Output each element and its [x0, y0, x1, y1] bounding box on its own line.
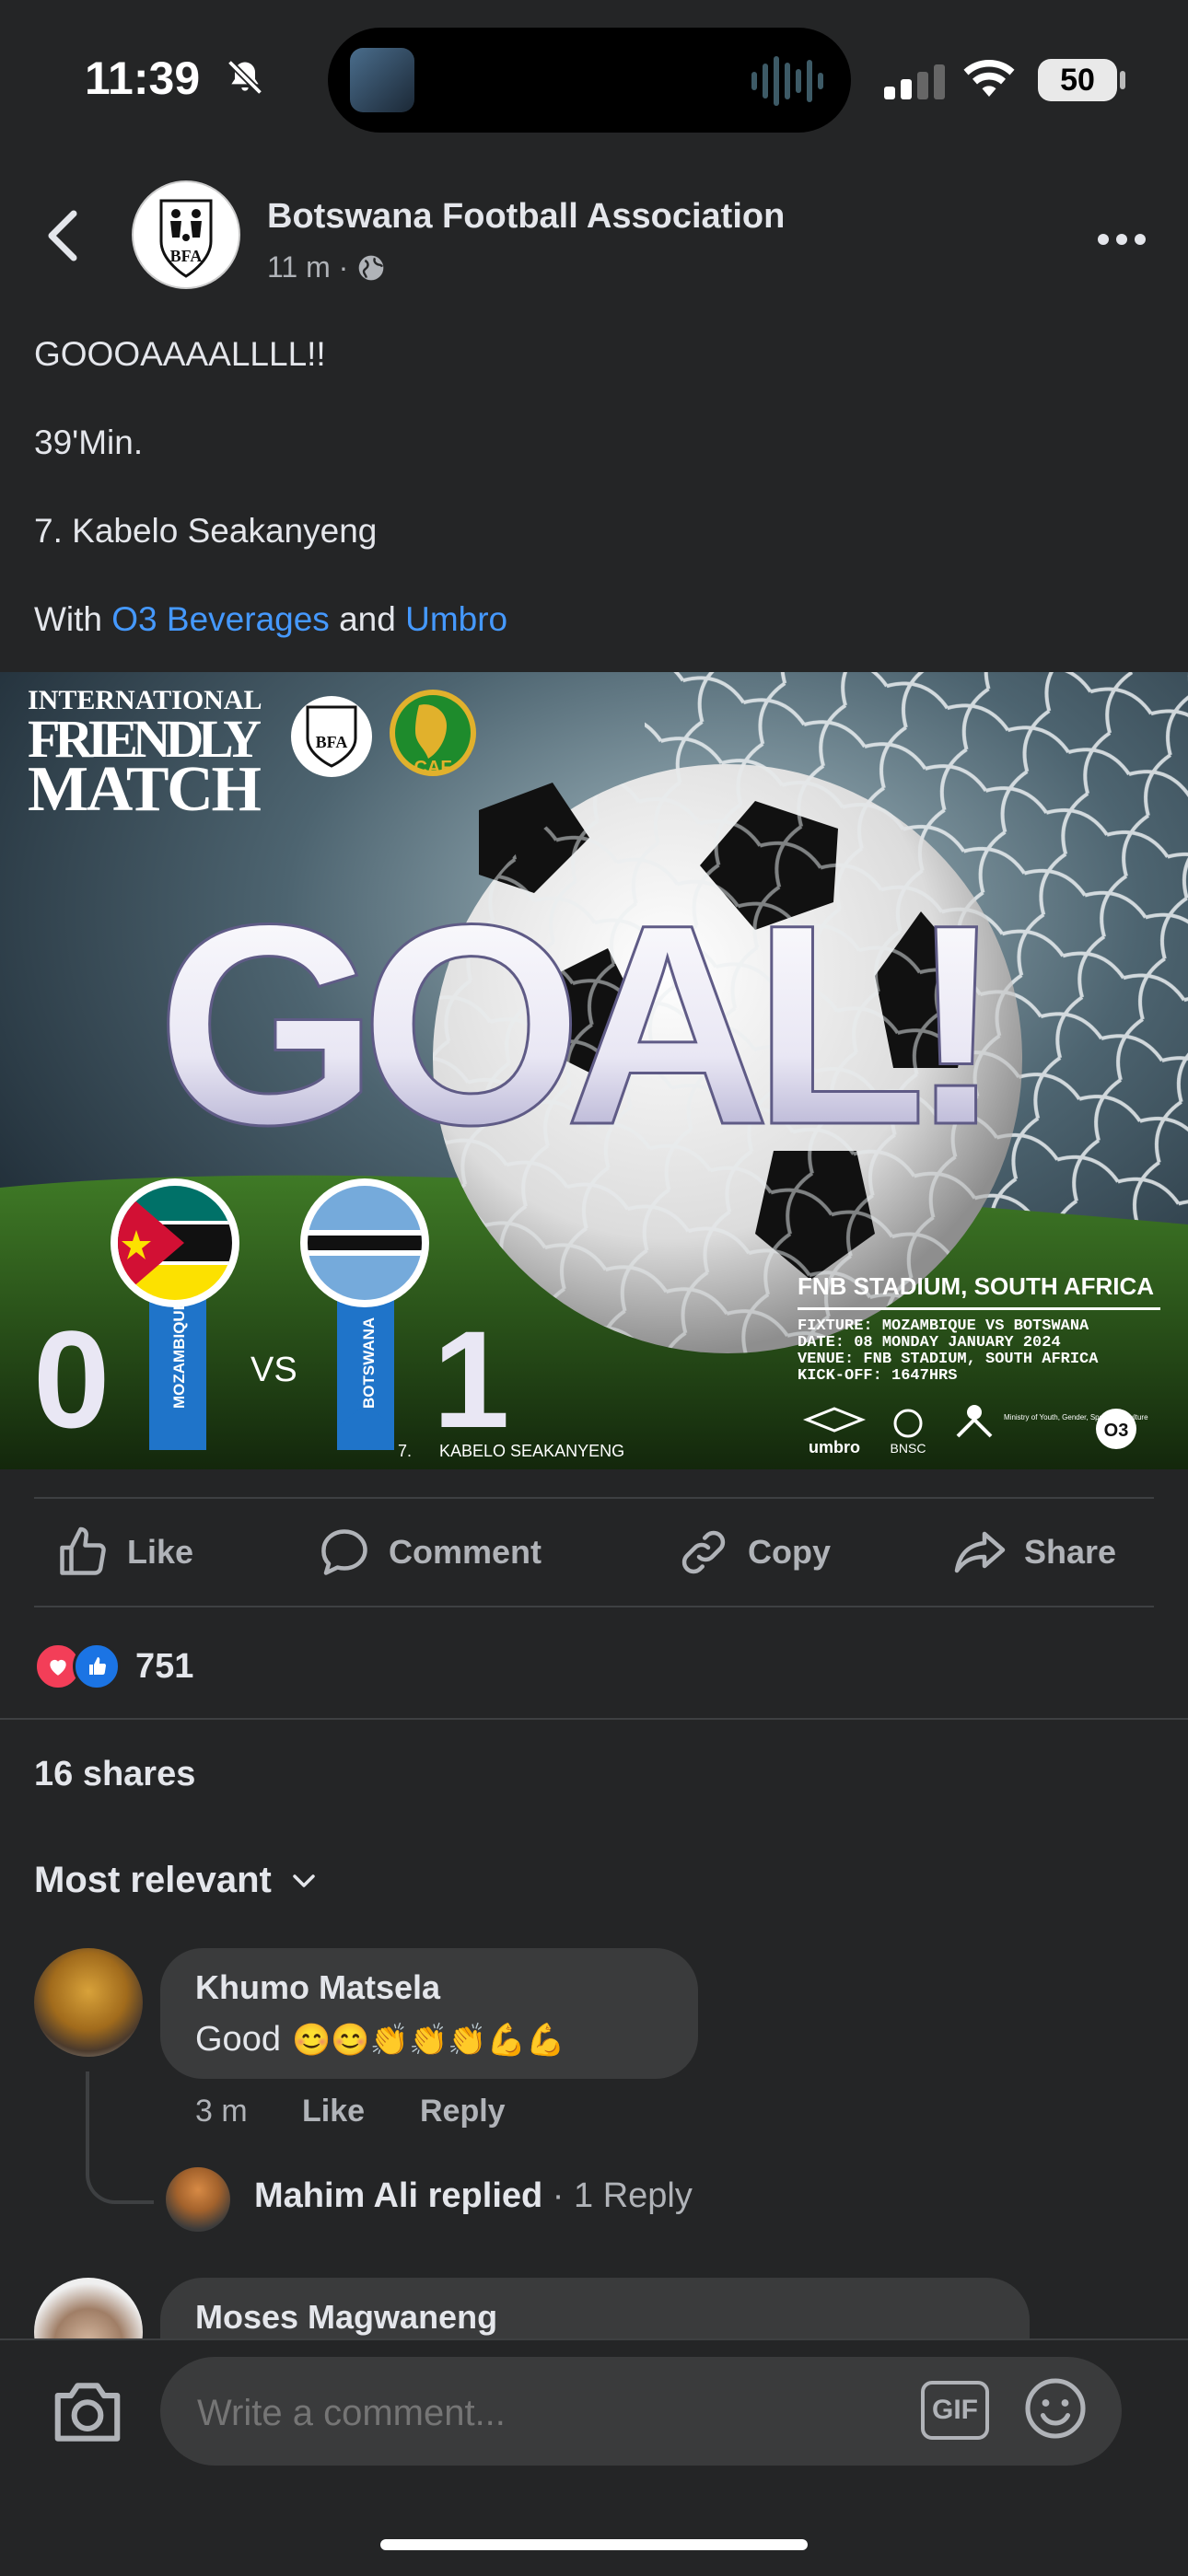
- vs-label: VS: [250, 1351, 297, 1389]
- header-line-3: MATCH: [28, 754, 262, 825]
- page-avatar[interactable]: BFA: [132, 180, 240, 289]
- comment-text-word: Good: [195, 2020, 281, 2059]
- comment-input[interactable]: [195, 2392, 899, 2435]
- more-options-icon[interactable]: [1096, 232, 1147, 247]
- sponsor-link-o3[interactable]: O3 Beverages: [111, 600, 330, 638]
- now-playing-thumbnail: [350, 48, 414, 112]
- match-header: INTERNATIONAL FRIENDLY MATCH: [28, 685, 262, 825]
- post-text-line-1: GOOOAAAALLLL!!: [34, 335, 326, 373]
- caf-logo: CAF: [390, 690, 476, 778]
- home-score: 0: [33, 1302, 110, 1456]
- scorer-caption: 7. KABELO SEAKANYENG: [398, 1442, 624, 1460]
- reply-count: · 1 Reply: [542, 2176, 693, 2215]
- comment-sort-dropdown[interactable]: Most relevant: [34, 1860, 318, 1901]
- gif-button[interactable]: GIF: [921, 2381, 989, 2440]
- like-reaction-icon: [73, 1642, 121, 1690]
- wifi-icon: [963, 60, 1015, 97]
- reaction-count: 751: [135, 1646, 194, 1686]
- reactions-summary[interactable]: 751: [34, 1642, 193, 1690]
- comment-bubble-icon: [321, 1529, 367, 1575]
- emoji-smiley-icon[interactable]: [1022, 2375, 1089, 2442]
- commenter-avatar[interactable]: [34, 1948, 143, 2057]
- share-label: Share: [1024, 1533, 1117, 1571]
- home-indicator[interactable]: [380, 2539, 808, 2550]
- action-bar-bottom-divider: [34, 1606, 1154, 1607]
- caf-logo-text: CAF: [413, 758, 451, 778]
- copy-label: Copy: [748, 1533, 831, 1571]
- comment-reply-link[interactable]: Reply: [420, 2094, 506, 2129]
- away-score: 1: [433, 1302, 509, 1456]
- bfa-logo-text: BFA: [316, 733, 348, 751]
- page-avatar-text: BFA: [170, 247, 203, 265]
- reply-thread-line: [86, 2071, 154, 2204]
- stadium-title: FNB STADIUM, SOUTH AFRICA: [798, 1272, 1154, 1300]
- sort-label: Most relevant: [34, 1860, 272, 1900]
- o3-logo-text: O3: [1104, 1421, 1129, 1441]
- home-team-label: MOZAMBIQUE: [170, 1300, 188, 1409]
- shares-count[interactable]: 16 shares: [34, 1755, 195, 1794]
- dynamic-island: [328, 28, 851, 133]
- view-replies-link[interactable]: Mahim Ali replied · 1 Reply: [254, 2176, 693, 2216]
- commenter-name-2[interactable]: Moses Magwaneng: [195, 2298, 497, 2337]
- fixture-line: FIXTURE: MOZAMBIQUE VS BOTSWANA: [798, 1317, 1089, 1335]
- post-text-line-2: 39'Min.: [34, 424, 144, 461]
- with-prefix: With: [34, 600, 102, 638]
- share-arrow-icon: [954, 1531, 1006, 1573]
- comment-button[interactable]: Comment: [317, 1525, 542, 1580]
- bell-slash-icon: [227, 59, 263, 96]
- cellular-signal-icon: [884, 64, 945, 99]
- copy-button[interactable]: Copy: [676, 1525, 831, 1580]
- post-time: 11 m: [267, 250, 331, 284]
- away-team-label: BOTSWANA: [360, 1317, 378, 1409]
- comment-emojis: 😊😊👏👏👏💪💪: [291, 2022, 565, 2058]
- and-word: and: [339, 600, 396, 638]
- thumbs-up-icon: [60, 1526, 106, 1575]
- share-button[interactable]: Share: [952, 1525, 1116, 1580]
- audio-waveform-icon: [751, 55, 823, 107]
- battery-tip: [1120, 71, 1125, 89]
- page-name[interactable]: Botswana Football Association: [267, 197, 785, 237]
- post-meta: 11 m ·: [267, 250, 386, 284]
- commenter-name[interactable]: Khumo Matsela: [195, 1968, 440, 2007]
- venue-line: VENUE: FNB STADIUM, SOUTH AFRICA: [798, 1351, 1099, 1368]
- comment-like-link[interactable]: Like: [302, 2094, 365, 2129]
- replier-avatar[interactable]: [166, 2167, 230, 2232]
- comment-label: Comment: [389, 1533, 542, 1571]
- goal-headline: GOAL!: [157, 864, 1004, 1184]
- sponsor-link-umbro[interactable]: Umbro: [405, 600, 507, 638]
- bfa-logo: BFA: [291, 696, 372, 777]
- date-line: DATE: 08 MONDAY JANUARY 2024: [798, 1334, 1061, 1352]
- back-chevron-icon[interactable]: [44, 208, 81, 263]
- post-text-line-3: 7. Kabelo Seakanyeng: [34, 512, 378, 550]
- link-icon: [681, 1530, 726, 1574]
- battery-indicator: 50: [1038, 59, 1117, 101]
- globe-icon: [358, 255, 384, 281]
- action-bar-top-divider: [34, 1497, 1154, 1499]
- like-label: Like: [127, 1533, 194, 1571]
- replier-name: Mahim Ali: [254, 2176, 419, 2215]
- section-divider: [0, 1718, 1188, 1720]
- like-button[interactable]: Like: [55, 1525, 193, 1580]
- post-text-line-4: With O3 Beverages and Umbro: [34, 600, 507, 639]
- comment-text: Good 😊😊👏👏👏💪💪: [195, 2020, 565, 2060]
- umbro-logo-text: umbro: [809, 1438, 860, 1456]
- bnsc-logo-text: BNSC: [891, 1441, 926, 1456]
- camera-icon[interactable]: [48, 2375, 127, 2449]
- status-time: 11:39: [85, 52, 201, 104]
- chevron-down-icon: [293, 1874, 315, 1887]
- kickoff-line: KICK-OFF: 1647HRS: [798, 1367, 957, 1385]
- replied-verb: replied: [427, 2176, 543, 2215]
- comment-time: 3 m: [195, 2094, 248, 2129]
- post-image[interactable]: INTERNATIONAL FRIENDLY MATCH BFA CAF GOA…: [0, 672, 1188, 1469]
